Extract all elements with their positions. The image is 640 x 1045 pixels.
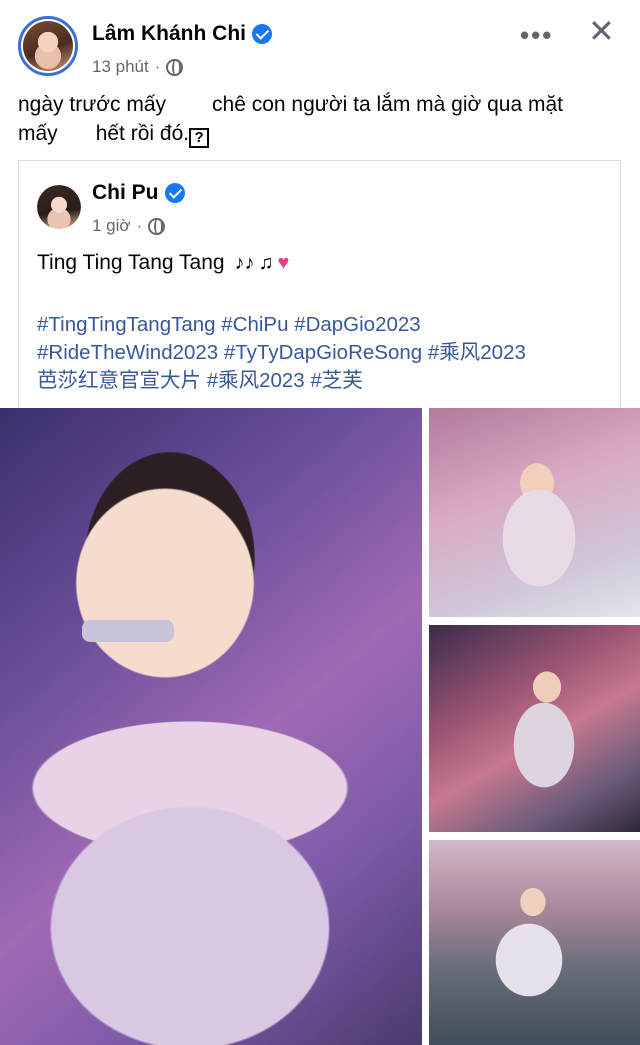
meta-separator: · <box>154 57 161 76</box>
hashtag-list: #TingTingTangTang #ChiPu #DapGio2023 #Ri… <box>37 311 617 395</box>
photo-main[interactable] <box>0 408 422 1045</box>
meta-separator: · <box>136 216 143 235</box>
photo-thumbnail-2[interactable] <box>429 625 640 832</box>
sparkling-heart-emoji: ♥ <box>277 252 290 274</box>
post-text-part: mấy <box>18 122 58 145</box>
post-text-part: hết rồi đó. <box>95 122 190 145</box>
public-globe-icon <box>166 58 184 76</box>
post-header: Lâm Khánh Chi 13 phút · ••• ✕ <box>0 0 640 90</box>
author-avatar[interactable] <box>18 16 78 76</box>
shared-author-name[interactable]: Chi Pu <box>92 181 185 205</box>
hashtag-line[interactable]: 芭莎红意官宣大片 #乘风2023 #芝芙 <box>37 367 617 395</box>
close-icon[interactable]: ✕ <box>588 12 615 50</box>
shared-post[interactable]: Chi Pu 1 giờ · Ting Ting Tang Tang ♪♪ ♫ ♥ … <box>18 160 621 408</box>
hashtag-line[interactable]: #RideTheWind2023 #TyTyDapGioReSong #乘风20… <box>37 339 617 367</box>
more-options-icon[interactable]: ••• <box>520 20 553 51</box>
public-globe-icon <box>148 217 166 235</box>
verified-badge-icon <box>252 24 273 44</box>
shared-author-avatar[interactable] <box>37 185 81 229</box>
post-time[interactable]: 13 phút <box>92 57 149 77</box>
music-note-emoji: ♫ <box>258 252 274 274</box>
photo-thumbnail-3[interactable] <box>429 840 640 1045</box>
shared-post-meta: 1 giờ · <box>92 216 166 236</box>
shared-post-time[interactable]: 1 giờ <box>92 216 131 236</box>
author-name-text[interactable]: Lâm Khánh Chi <box>92 22 246 46</box>
shared-caption: Ting Ting Tang Tang ♪♪ ♫ ♥ <box>37 251 289 275</box>
photo-grid <box>0 408 640 1045</box>
post-text-part: chê con người ta lắm mà giờ qua mặt <box>212 93 563 116</box>
photo-thumbnail-1[interactable] <box>429 408 640 617</box>
shared-author-name-text[interactable]: Chi Pu <box>92 181 159 205</box>
post-body-text: ngày trước mấy chê con người ta lắm mà gi… <box>18 90 628 148</box>
hashtag-line[interactable]: #TingTingTangTang #ChiPu #DapGio2023 <box>37 311 617 339</box>
post-meta: 13 phút · <box>92 57 184 77</box>
post-text-part: ngày trước mấy <box>18 93 167 116</box>
musical-notes-emoji: ♪♪ <box>234 252 255 274</box>
author-name[interactable]: Lâm Khánh Chi <box>92 22 273 46</box>
unknown-glyph-icon: ? <box>189 128 210 148</box>
shared-caption-text: Ting Ting Tang Tang <box>37 251 225 274</box>
verified-badge-icon <box>164 183 185 203</box>
